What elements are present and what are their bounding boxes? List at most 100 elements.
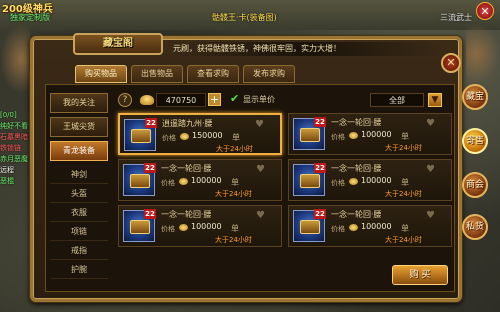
item-unit: 单 [401, 178, 409, 187]
belt-item-icon: 22 [293, 117, 326, 150]
favorite-heart-icon[interactable]: ♥ [426, 118, 435, 129]
item-level-badge: 22 [314, 117, 326, 127]
belt-icon [300, 174, 320, 188]
category-sidebar: 我的关注王城尖货青龙装备神剑 头盔 衣服 项链 戒指 护腕 [50, 93, 108, 279]
exit-icon[interactable]: ✕ [476, 2, 494, 20]
belt-icon [300, 220, 320, 234]
show-unit-price-label[interactable]: 显示单价 [243, 94, 275, 105]
belt-item-icon: 22 [123, 163, 156, 196]
item-listing-card[interactable]: 22 一念一轮回·腰 ♥ 价格 100000 单大于24小时 [288, 205, 452, 247]
belt-icon [130, 174, 150, 188]
favorite-heart-icon[interactable]: ♥ [426, 164, 435, 175]
item-listing-card[interactable]: 22 一念一轮回·腰 ♥ 价格 100000 单大于24小时 [288, 113, 452, 155]
sidebar-subcategory[interactable]: 项链 [50, 222, 108, 241]
item-level-badge: 22 [314, 163, 326, 173]
filter-dropdown[interactable]: 全部 [370, 93, 424, 107]
time-remaining: 大于24小时 [215, 190, 252, 198]
belt-item-icon: 22 [124, 118, 157, 151]
item-name: 一念一轮回·腰 [161, 210, 212, 219]
favorite-heart-icon[interactable]: ♥ [256, 164, 265, 175]
treasure-pavilion-window: 藏宝阁 元刷，获得骷髅铁锈，神佛很牢固，实力大增！ ✕ 购买物品 出售物品 查看求购… [30, 33, 462, 302]
item-price: 100000 [191, 176, 222, 185]
checkmark-icon[interactable]: ✔ [230, 93, 242, 105]
dragon-ornament-right [466, 24, 500, 84]
gold-ingot-icon [140, 95, 154, 105]
favorite-heart-icon[interactable]: ♥ [256, 210, 265, 221]
item-listing-card[interactable]: 22 一念一轮回·腰 ♥ 价格 100000 单大于24小时 [118, 159, 282, 201]
item-unit: 单 [401, 132, 409, 141]
sidebar-subcategory[interactable]: 头盔 [50, 184, 108, 203]
item-name: 一念一轮回·腰 [331, 164, 382, 173]
price-label: 价格 [331, 179, 345, 187]
close-button[interactable]: ✕ [441, 53, 461, 73]
sidebar-subcategory[interactable]: 戒指 [50, 241, 108, 260]
item-listing-card[interactable]: 22 逍遥踏九州·腰 ♥ 价格 150000 单大于24小时 [118, 113, 282, 155]
time-remaining: 大于24小时 [385, 190, 422, 198]
time-remaining: 大于24小时 [216, 145, 253, 153]
market-content: 我的关注王城尖货青龙装备神剑 头盔 衣服 项链 戒指 护腕 ? 470750 + ✔ 显示… [45, 84, 455, 292]
sidebar-subcategory[interactable]: 衣服 [50, 203, 108, 222]
item-price: 100000 [191, 222, 222, 231]
item-unit: 单 [401, 224, 409, 233]
tab-0[interactable]: 购买物品 [75, 65, 127, 83]
tab-3[interactable]: 发布求购 [243, 65, 295, 83]
gold-balance: 470750 [156, 93, 206, 107]
item-price: 150000 [192, 131, 223, 140]
server-label: 三流武士 [440, 13, 472, 22]
item-name: 一念一轮回·腰 [161, 164, 212, 173]
belt-icon [131, 129, 151, 143]
sidebar-subcategory[interactable]: 护腕 [50, 260, 108, 279]
item-name: 逍遥踏九州·腰 [162, 119, 213, 128]
item-unit: 单 [231, 224, 239, 233]
right-menu-button[interactable]: 藏宝 [462, 84, 488, 110]
time-remaining: 大于24小时 [215, 236, 252, 244]
game-logo-subtitle: 独家定制版 [10, 13, 50, 22]
favorite-heart-icon[interactable]: ♥ [255, 119, 264, 130]
gold-coin-icon [349, 132, 358, 139]
item-level-badge: 22 [145, 118, 157, 128]
item-level-badge: 22 [314, 209, 326, 219]
item-level-badge: 22 [144, 209, 156, 219]
right-menu-button[interactable]: 私货 [462, 214, 488, 240]
item-listing-card[interactable]: 22 一念一轮回·腰 ♥ 价格 100000 单大于24小时 [118, 205, 282, 247]
belt-item-icon: 22 [123, 209, 156, 242]
belt-item-icon: 22 [293, 163, 326, 196]
time-remaining: 大于24小时 [385, 236, 422, 244]
item-price: 100000 [361, 222, 392, 231]
chevron-down-icon[interactable]: ▼ [428, 93, 442, 107]
tab-1[interactable]: 出售物品 [131, 65, 183, 83]
item-name: 一念一轮回·腰 [331, 118, 382, 127]
item-name: 一念一轮回·腰 [331, 210, 382, 219]
belt-icon [130, 220, 150, 234]
price-label: 价格 [161, 179, 175, 187]
gold-coin-icon [179, 178, 188, 185]
price-label: 价格 [161, 225, 175, 233]
sidebar-subcategory[interactable]: 神剑 [50, 165, 108, 184]
recharge-button[interactable]: + [208, 93, 221, 106]
scrolling-banner: 元刷，获得骷髅铁锈，神佛很牢固，实力大增！ [173, 42, 443, 56]
tab-2[interactable]: 查看求购 [187, 65, 239, 83]
market-toolbar: ? 470750 + ✔ 显示单价 全部 ▼ [118, 93, 448, 109]
gold-coin-icon [180, 133, 189, 140]
tab-bar: 购买物品 出售物品 查看求购 发布求购 [75, 65, 295, 83]
buy-button[interactable]: 购 买 [392, 265, 448, 285]
right-menu-button[interactable]: 寄售 [462, 128, 488, 154]
sidebar-category[interactable]: 王城尖货 [50, 117, 108, 137]
right-menu-button[interactable]: 商会 [462, 172, 488, 198]
item-price: 100000 [361, 130, 392, 139]
gold-coin-icon [349, 224, 358, 231]
belt-icon [300, 128, 320, 142]
item-price: 100000 [361, 176, 392, 185]
item-level-badge: 22 [144, 163, 156, 173]
dragon-ornament-left [0, 24, 30, 94]
time-remaining: 大于24小时 [385, 144, 422, 152]
price-label: 价格 [162, 134, 176, 142]
favorite-heart-icon[interactable]: ♥ [426, 210, 435, 221]
help-icon[interactable]: ? [118, 93, 132, 107]
item-listing-card[interactable]: 22 一念一轮回·腰 ♥ 价格 100000 单大于24小时 [288, 159, 452, 201]
price-label: 价格 [331, 225, 345, 233]
sidebar-category[interactable]: 青龙装备 [50, 141, 108, 161]
item-unit: 单 [231, 178, 239, 187]
sidebar-category[interactable]: 我的关注 [50, 93, 108, 113]
gold-coin-icon [349, 178, 358, 185]
